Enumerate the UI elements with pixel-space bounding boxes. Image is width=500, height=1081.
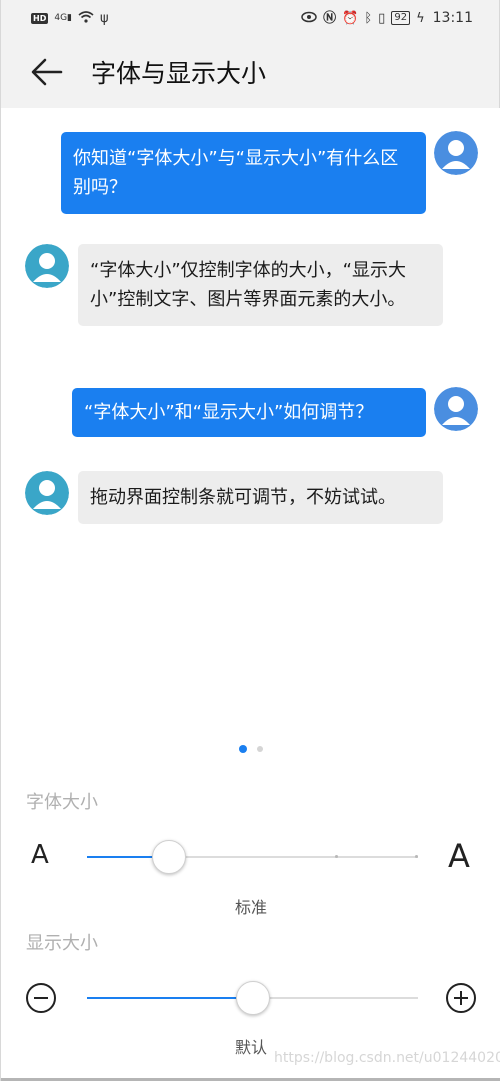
font-size-caption: 标准 [234, 898, 267, 917]
eye-comfort-icon [301, 11, 317, 26]
title-bar: 字体与显示大小 [1, 36, 500, 108]
content-area: 你知道“字体大小”与“显示大小”有什么区别吗？ “字体大小”仅控制字体的大小，“… [1, 108, 500, 1081]
large-font-icon[interactable]: A [448, 837, 470, 875]
font-size-label: 字体大小 [26, 792, 98, 813]
chat-message-text: 你知道“字体大小”与“显示大小”有什么区别吗？ [73, 148, 399, 198]
nfc-icon: Ⓝ [323, 10, 337, 26]
status-bar-left: HD 4G▮ ψ [31, 10, 109, 26]
font-size-slider-tick [415, 855, 418, 858]
display-size-slider-thumb[interactable] [235, 981, 270, 1015]
wifi-icon [78, 10, 94, 26]
user-avatar-icon [434, 387, 478, 431]
minus-circle-icon[interactable] [26, 983, 56, 1013]
back-arrow-icon [31, 58, 63, 86]
chat-bubble-outgoing: 你知道“字体大小”与“显示大小”有什么区别吗？ [61, 132, 426, 214]
bluetooth-icon: ᛒ [364, 10, 373, 26]
chat-bubble-incoming: “字体大小”仅控制字体的大小，“显示大小”控制文字、图片等界面元素的大小。 [78, 244, 443, 326]
alarm-icon: ⏰ [342, 10, 359, 26]
status-time: 13:11 [432, 10, 473, 26]
display-size-slider[interactable] [87, 981, 418, 1015]
battery-icon: 92 [391, 11, 411, 25]
chat-message-text: 拖动界面控制条就可调节，不妨试试。 [90, 487, 396, 508]
usb-icon: ψ [100, 10, 109, 26]
chat-bubble-outgoing: “字体大小”和“显示大小”如何调节？ [72, 388, 426, 437]
network-type: 4G [54, 12, 68, 23]
status-bar: HD 4G▮ ψ Ⓝ ⏰ ᛒ ▯ 92 ϟ 13:11 [1, 0, 500, 36]
page-dot-active[interactable] [239, 745, 247, 753]
chat-message-text: “字体大小”和“显示大小”如何调节？ [84, 402, 374, 423]
font-size-slider-row: A A [1, 837, 500, 877]
vibrate-icon: ▯ [378, 10, 386, 26]
page-dot[interactable] [257, 746, 263, 752]
chat-message-text: “字体大小”仅控制字体的大小，“显示大小”控制文字、图片等界面元素的大小。 [90, 260, 406, 310]
charging-icon: ϟ [416, 10, 425, 26]
display-size-slider-fill [87, 997, 253, 999]
font-size-slider-thumb[interactable] [152, 840, 186, 874]
font-size-slider[interactable] [87, 840, 418, 874]
signal-icon: 4G▮ [54, 12, 72, 23]
page-indicator [1, 745, 500, 753]
display-size-slider-row [1, 978, 500, 1018]
display-size-label: 显示大小 [26, 933, 98, 954]
page-title: 字体与显示大小 [91, 59, 267, 88]
hd-badge: HD [31, 12, 49, 24]
chat-bubble-incoming: 拖动界面控制条就可调节，不妨试试。 [78, 471, 443, 524]
assistant-avatar-icon [25, 471, 69, 515]
assistant-avatar-icon [25, 244, 69, 288]
small-font-icon[interactable]: A [31, 840, 49, 870]
status-bar-right: Ⓝ ⏰ ᛒ ▯ 92 ϟ 13:11 [301, 10, 473, 26]
user-avatar-icon [434, 131, 478, 175]
plus-circle-icon[interactable] [446, 983, 476, 1013]
watermark-text: https://blog.csdn.net/u012440207 [274, 1050, 500, 1066]
font-size-slider-tick [335, 855, 338, 858]
back-button[interactable] [27, 52, 67, 92]
